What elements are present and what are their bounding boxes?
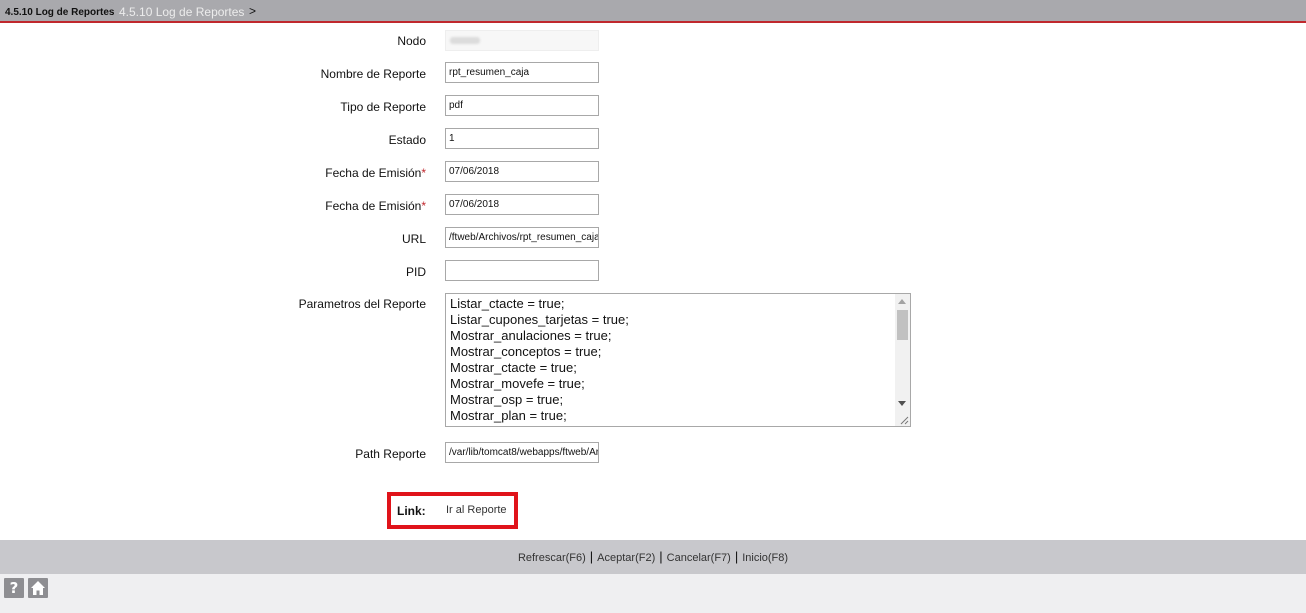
tipo-reporte-field[interactable]: pdf (445, 95, 599, 116)
footer-separator: | (589, 549, 594, 564)
home-button[interactable] (28, 578, 48, 598)
refrescar-button[interactable]: Refrescar(F6) (518, 552, 586, 564)
nombre-reporte-label: Nombre de Reporte (320, 67, 426, 81)
param-line: Mostrar_movefe = true; (450, 376, 585, 391)
path-reporte-field[interactable]: /var/lib/tomcat8/webapps/ftweb/Ar (445, 442, 599, 463)
footer-bar: Refrescar(F6) | Aceptar(F2) | Cancelar(F7) | I… (0, 540, 1306, 574)
link-label: Link: (397, 504, 426, 518)
link-highlight-box: Link: Ir al Reporte (387, 492, 518, 529)
param-line: Mostrar_conceptos = true; (450, 344, 602, 359)
param-line: Listar_ctacte = true; (450, 296, 565, 311)
breadcrumb-current: 4.5.10 Log de Reportes (5, 7, 115, 18)
param-line: Mostrar_plan = true; (450, 408, 567, 423)
param-line: Mostrar_ctacte = true; (450, 360, 577, 375)
fecha-emision-2-field[interactable]: 07/06/2018 (445, 194, 599, 215)
help-icon: ? (9, 579, 19, 597)
textarea-scrollbar[interactable] (895, 294, 910, 426)
path-reporte-label: Path Reporte (355, 447, 426, 461)
nodo-field (445, 30, 599, 51)
tipo-reporte-label: Tipo de Reporte (340, 100, 426, 114)
resize-grip-icon[interactable] (900, 416, 909, 425)
breadcrumb-link[interactable]: 4.5.10 Log de Reportes (119, 5, 244, 19)
fecha-emision-1-label: Fecha de Emisión* (325, 166, 426, 180)
parametros-textarea[interactable]: Listar_ctacte = true; Listar_cupones_tar… (445, 293, 911, 427)
pid-field[interactable] (445, 260, 599, 281)
param-line: Mostrar_anulaciones = true; (450, 328, 612, 343)
cancelar-button[interactable]: Cancelar(F7) (667, 552, 731, 564)
nombre-reporte-field[interactable]: rpt_resumen_caja (445, 62, 599, 83)
url-field[interactable]: /ftweb/Archivos/rpt_resumen_caja (445, 227, 599, 248)
required-mark: * (421, 199, 426, 213)
parametros-label: Parametros del Reporte (298, 297, 426, 311)
footer-actions: Refrescar(F6) | Aceptar(F2) | Cancelar(F7) | I… (0, 549, 1306, 564)
required-mark: * (421, 166, 426, 180)
estado-field[interactable]: 1 (445, 128, 599, 149)
home-icon (31, 581, 45, 595)
inicio-button[interactable]: Inicio(F8) (742, 552, 788, 564)
estado-label: Estado (388, 133, 426, 147)
scroll-up-arrow-icon[interactable] (898, 299, 906, 304)
url-label: URL (401, 232, 426, 246)
scroll-down-arrow-icon[interactable] (898, 401, 906, 406)
fecha-emision-1-field[interactable]: 07/06/2018 (445, 161, 599, 182)
footer-separator: | (734, 549, 739, 564)
fecha-emision-2-label: Fecha de Emisión* (325, 199, 426, 213)
aceptar-button[interactable]: Aceptar(F2) (597, 552, 655, 564)
breadcrumb-bar: 4.5.10 Log de Reportes 4.5.10 Log de Rep… (0, 0, 1306, 23)
help-button[interactable]: ? (4, 578, 24, 598)
param-line: Listar_cupones_tarjetas = true; (450, 312, 629, 327)
pid-label: PID (405, 265, 426, 279)
nodo-value-blurred (450, 37, 480, 44)
ir-al-reporte-link[interactable]: Ir al Reporte (446, 504, 507, 516)
nodo-label: Nodo (397, 34, 426, 48)
param-line: Mostrar_osp = true; (450, 392, 564, 407)
footer-separator: | (659, 549, 663, 564)
form-panel: Nodo Nombre de Reporte rpt_resumen_caja … (0, 23, 1306, 540)
breadcrumb-separator: > (249, 4, 257, 18)
scroll-thumb[interactable] (897, 310, 908, 340)
